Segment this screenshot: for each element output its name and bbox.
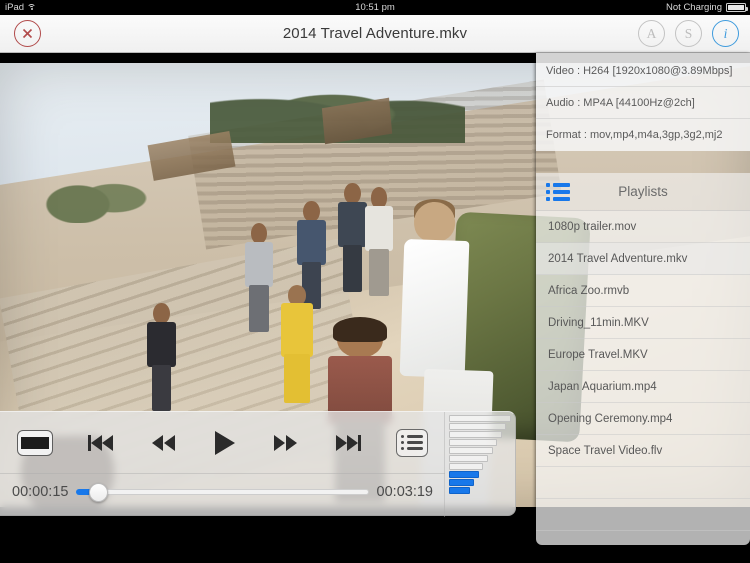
status-bar-right: Not Charging <box>666 2 746 13</box>
panel-spacer <box>536 151 750 173</box>
battery-icon <box>726 3 746 12</box>
playlist-button[interactable] <box>396 429 428 457</box>
seek-thumb[interactable] <box>89 483 108 502</box>
playlist-item[interactable]: Driving_11min.MKV <box>536 307 750 339</box>
volume-bar[interactable] <box>449 423 506 430</box>
fit-screen-icon <box>21 437 49 449</box>
rewind-button[interactable] <box>149 433 177 453</box>
playlist-empty-row <box>536 531 750 545</box>
video-info-row: Video : H264 [1920x1080@3.89Mbps] <box>536 55 750 87</box>
playlist-item[interactable]: Japan Aquarium.mp4 <box>536 371 750 403</box>
audio-info-row: Audio : MP4A [44100Hz@2ch] <box>536 87 750 119</box>
status-bar-clock: 10:51 pm <box>0 2 750 13</box>
current-time: 00:00:15 <box>12 484 68 500</box>
title-bar: 2014 Travel Adventure.mkv A S i <box>0 15 750 53</box>
volume-bar[interactable] <box>449 471 479 478</box>
volume-control[interactable] <box>444 412 515 517</box>
format-info-row: Format : mov,mp4,m4a,3gp,3g2,mj2 <box>536 119 750 151</box>
volume-bar[interactable] <box>449 479 474 486</box>
video-player-app: iPad 10:51 pm Not Charging 2014 Travel A… <box>0 0 750 563</box>
play-icon <box>211 429 237 457</box>
previous-track-icon <box>87 433 115 453</box>
playback-buttons <box>0 412 445 474</box>
volume-bar[interactable] <box>449 439 497 446</box>
volume-bar[interactable] <box>449 455 488 462</box>
playlist-empty-row <box>536 499 750 531</box>
next-track-button[interactable] <box>334 433 362 453</box>
fast-forward-icon <box>272 433 300 453</box>
media-info-panel: Video : H264 [1920x1080@3.89Mbps] Audio … <box>536 53 750 151</box>
seek-track <box>76 489 368 495</box>
battery-status-text: Not Charging <box>666 2 722 13</box>
playlist-item[interactable]: Europe Travel.MKV <box>536 339 750 371</box>
playlist-icon-row <box>401 447 423 450</box>
playlists-header: Playlists <box>536 173 750 211</box>
playlist-icon-row <box>401 435 423 438</box>
playlist-list-icon-row <box>546 183 570 187</box>
timeline-row: 00:00:15 00:03:19 <box>0 473 445 511</box>
subtitle-button[interactable]: S <box>675 20 702 47</box>
seek-slider[interactable] <box>76 483 368 501</box>
playlist-item[interactable]: 1080p trailer.mov <box>536 211 750 243</box>
playlist-item[interactable]: Opening Ceremony.mp4 <box>536 403 750 435</box>
total-time: 00:03:19 <box>377 484 433 500</box>
playlist-list-icon[interactable] <box>546 183 570 201</box>
next-track-icon <box>334 433 362 453</box>
title-bar-actions: A S i <box>638 20 739 47</box>
volume-bar[interactable] <box>449 431 502 438</box>
rewind-icon <box>149 433 177 453</box>
status-bar: iPad 10:51 pm Not Charging <box>0 0 750 15</box>
volume-bar[interactable] <box>449 487 470 494</box>
side-panel: Video : H264 [1920x1080@3.89Mbps] Audio … <box>536 53 750 545</box>
volume-bar[interactable] <box>449 415 511 422</box>
playlist-item[interactable]: 2014 Travel Adventure.mkv <box>536 243 750 275</box>
playlist-empty-row <box>536 467 750 499</box>
audio-track-button[interactable]: A <box>638 20 665 47</box>
volume-bar[interactable] <box>449 447 493 454</box>
fit-screen-button[interactable] <box>17 430 53 456</box>
playlist-icon-row <box>401 441 423 444</box>
playlist-list-icon-row <box>546 197 570 201</box>
playlist-item[interactable]: Africa Zoo.rmvb <box>536 275 750 307</box>
playlist-list[interactable]: 1080p trailer.mov2014 Travel Adventure.m… <box>536 211 750 545</box>
player-control-bar: 00:00:15 00:03:19 <box>0 411 516 516</box>
fast-forward-button[interactable] <box>272 433 300 453</box>
play-button[interactable] <box>211 429 237 457</box>
info-button[interactable]: i <box>712 20 739 47</box>
playlist-list-icon-row <box>546 190 570 194</box>
previous-track-button[interactable] <box>87 433 115 453</box>
volume-bar[interactable] <box>449 463 483 470</box>
playlist-item[interactable]: Space Travel Video.flv <box>536 435 750 467</box>
